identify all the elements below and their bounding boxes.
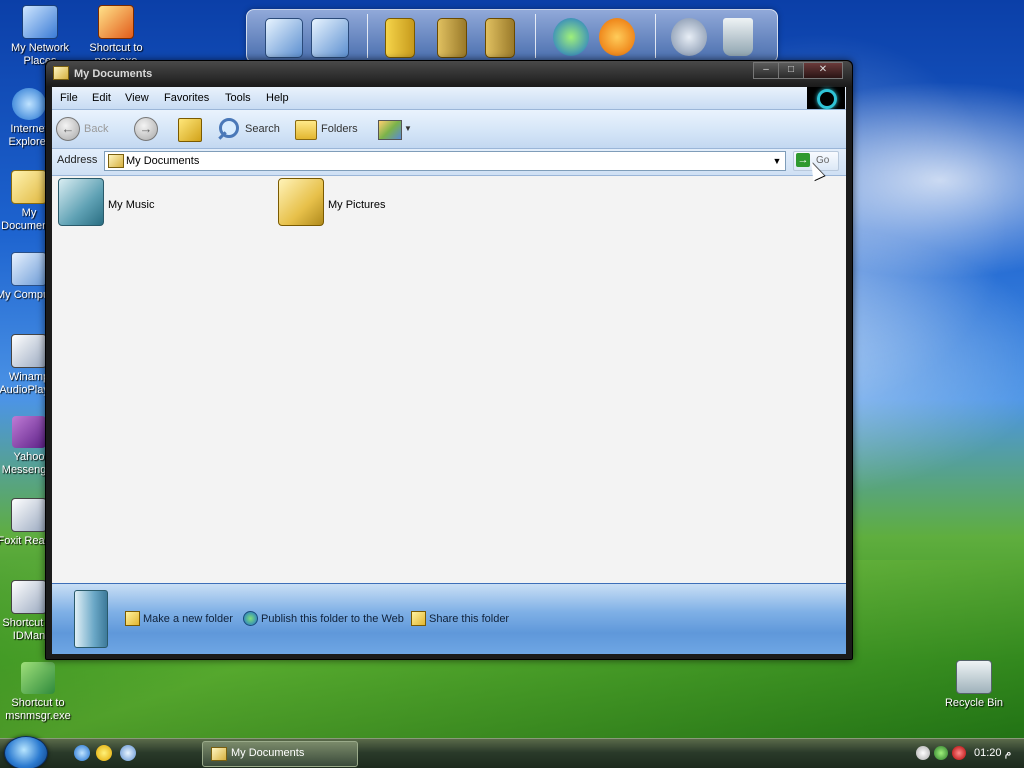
documents-dock-icon[interactable] xyxy=(437,18,467,58)
folder-tasks-pane: Make a new folder Publish this folder to… xyxy=(52,583,846,654)
tray-network-icon[interactable] xyxy=(934,746,948,760)
winamp-icon xyxy=(11,334,47,368)
documents-folder-icon xyxy=(74,590,108,648)
back-arrow-icon[interactable]: ← xyxy=(56,117,80,141)
pictures-folder-icon xyxy=(278,178,324,226)
menu-bar: File Edit View Favorites Tools Help xyxy=(52,87,846,110)
views-dropdown-arrow-icon[interactable]: ▼ xyxy=(404,124,412,133)
tray-clock[interactable]: 01:20 م xyxy=(974,746,1011,759)
taskbar-button-my-documents[interactable]: My Documents xyxy=(202,741,358,767)
taskbar xyxy=(0,738,1024,768)
windows-brand-logo xyxy=(807,87,845,109)
tray-security-icon[interactable] xyxy=(952,746,966,760)
my-computer-icon xyxy=(11,252,47,286)
minimize-button[interactable]: – xyxy=(753,62,779,79)
tray-volume-icon[interactable] xyxy=(916,746,930,760)
quick-launch-messenger-icon[interactable] xyxy=(96,745,112,761)
idman-icon xyxy=(11,580,47,614)
nero-icon xyxy=(98,5,134,39)
publish-web-icon xyxy=(243,611,258,626)
new-folder-icon xyxy=(125,611,140,626)
folder-icon xyxy=(211,747,227,761)
folder-icon xyxy=(108,154,124,168)
music-folder-icon xyxy=(58,178,104,226)
address-value: My Documents xyxy=(126,155,200,167)
network-dock-icon[interactable] xyxy=(311,18,349,58)
recycle-bin-dock-icon[interactable] xyxy=(723,18,753,56)
quick-launch-chat-icon[interactable] xyxy=(120,745,136,761)
dock-separator xyxy=(367,14,368,58)
quick-launch-ie-icon[interactable] xyxy=(74,745,90,761)
address-dropdown-icon[interactable]: ▼ xyxy=(769,152,785,170)
close-button[interactable]: ✕ xyxy=(803,62,843,79)
foxit-reader-icon xyxy=(11,498,47,532)
desktop-icon-label: Shortcut to msnmsgr.exe xyxy=(5,697,71,722)
throbber-ring-icon xyxy=(817,89,837,109)
folder-up-icon[interactable] xyxy=(178,118,202,142)
address-input[interactable]: My Documents ▼ xyxy=(104,151,786,171)
menu-edit[interactable]: Edit xyxy=(92,92,111,104)
folder-dock-icon[interactable] xyxy=(385,18,415,58)
computer-dock-icon[interactable] xyxy=(265,18,303,58)
folder-content: My Music My Pictures xyxy=(52,176,846,583)
gear-dock-icon[interactable] xyxy=(671,18,707,56)
folders-button-label[interactable]: Folders xyxy=(321,123,358,135)
menu-favorites[interactable]: Favorites xyxy=(164,92,209,104)
search-button-label[interactable]: Search xyxy=(245,123,280,135)
pictures-dock-icon[interactable] xyxy=(485,18,515,58)
menu-help[interactable]: Help xyxy=(266,92,289,104)
folder-item-label: My Pictures xyxy=(328,199,386,211)
desktop-icon-recycle-bin[interactable]: Recycle Bin xyxy=(934,660,1014,710)
forward-arrow-icon[interactable]: → xyxy=(134,117,158,141)
task-share-folder[interactable]: Share this folder xyxy=(429,613,509,625)
desktop-icon-label: Recycle Bin xyxy=(944,697,1004,709)
internet-explorer-icon xyxy=(12,88,46,120)
explorer-window: My Documents – □ ✕ File Edit View Favori… xyxy=(45,60,853,660)
taskbar-button-label: My Documents xyxy=(231,747,305,759)
dock-separator xyxy=(535,14,536,58)
folder-item-label: My Music xyxy=(108,199,155,211)
views-icon[interactable] xyxy=(378,120,402,140)
address-label: Address xyxy=(57,154,98,166)
yahoo-messenger-icon xyxy=(12,416,46,448)
media-player-dock-icon[interactable] xyxy=(599,18,635,56)
folder-icon xyxy=(53,66,69,80)
dock-separator xyxy=(655,14,656,58)
globe-dock-icon[interactable] xyxy=(553,18,589,56)
desktop-icon-nero-shortcut[interactable]: Shortcut to nero.exe xyxy=(76,5,156,68)
menu-tools[interactable]: Tools xyxy=(225,92,251,104)
window-title: My Documents xyxy=(74,68,153,80)
toolbar: ← Back → Search Folders ▼ xyxy=(52,110,846,149)
task-make-new-folder[interactable]: Make a new folder xyxy=(143,613,233,625)
task-publish-to-web[interactable]: Publish this folder to the Web xyxy=(261,613,404,625)
system-tray: 01:20 م xyxy=(912,741,1020,765)
recycle-bin-icon xyxy=(956,660,992,694)
start-button[interactable] xyxy=(4,736,48,768)
maximize-button[interactable]: □ xyxy=(778,62,804,79)
network-places-icon xyxy=(22,5,58,39)
share-folder-icon xyxy=(411,611,426,626)
folders-icon[interactable] xyxy=(295,120,317,140)
desktop-icon-network-places[interactable]: My Network Places xyxy=(0,5,80,68)
top-dock xyxy=(246,9,778,63)
address-bar: Address My Documents ▼ → Go xyxy=(52,149,846,176)
desktop-icon-msnmsgr-shortcut[interactable]: Shortcut to msnmsgr.exe xyxy=(0,662,78,723)
msn-messenger-icon xyxy=(21,662,55,694)
my-documents-icon xyxy=(11,170,47,204)
back-button-label[interactable]: Back xyxy=(84,123,108,135)
menu-file[interactable]: File xyxy=(60,92,78,104)
title-bar[interactable]: My Documents – □ ✕ xyxy=(46,61,852,87)
menu-view[interactable]: View xyxy=(125,92,149,104)
